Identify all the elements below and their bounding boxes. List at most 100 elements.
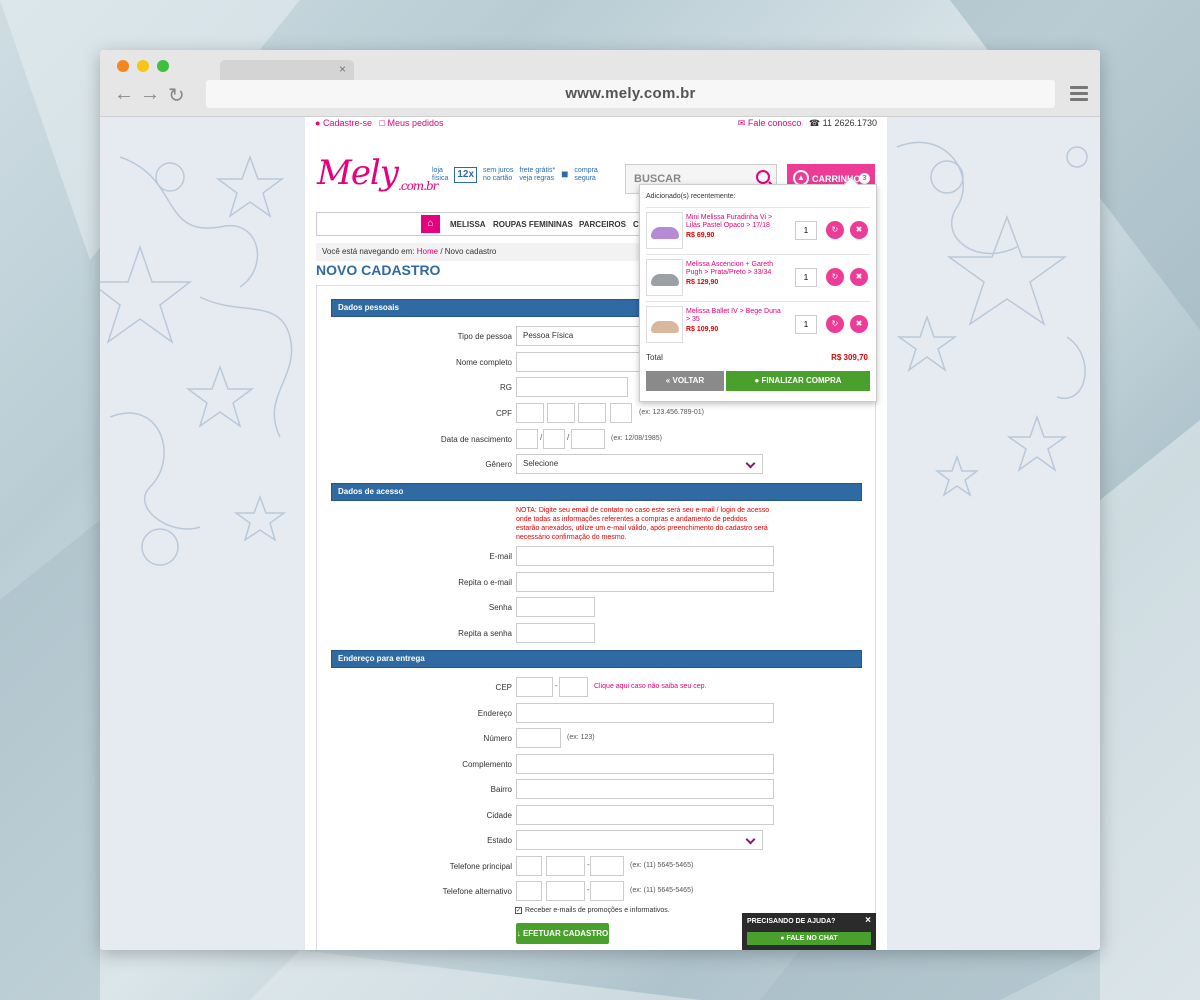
document-icon: □ <box>379 118 385 128</box>
compra-segura-badge: compra segura <box>574 167 598 182</box>
nav-item-more[interactable]: C <box>633 220 639 229</box>
hamburger-menu-icon[interactable] <box>1070 86 1088 104</box>
product-name-link[interactable]: Melissa Ballet IV > Bege Duna > 35 <box>686 308 786 324</box>
my-orders-link[interactable]: Meus pedidos <box>387 118 443 128</box>
numero-input[interactable] <box>516 728 561 748</box>
cart-total-label: Total <box>646 353 663 362</box>
back-button[interactable]: « VOLTAR <box>646 371 724 391</box>
signup-link[interactable]: Cadastre-se <box>323 118 372 128</box>
email-confirm-label: Repita o e-mail <box>458 578 512 587</box>
top-bar: ● Cadastre-se □ Meus pedidos ✉ Fale cono… <box>305 117 887 131</box>
estado-label: Estado <box>487 836 512 845</box>
left-doodle-decoration <box>100 154 293 566</box>
cart-total-value: R$ 309,70 <box>831 353 868 362</box>
product-thumbnail[interactable] <box>646 259 683 296</box>
telefone-principal-label: Telefone principal <box>449 862 512 871</box>
quantity-input[interactable]: 1 <box>795 221 817 240</box>
home-icon[interactable]: ⌂ <box>421 215 440 233</box>
cep-input-2[interactable] <box>559 677 588 697</box>
cpf-label: CPF <box>496 409 512 418</box>
telefone-alternativo-suffix[interactable] <box>590 881 624 901</box>
trash-icon[interactable]: ✖ <box>850 268 868 286</box>
refresh-icon[interactable]: ↻ <box>826 221 844 239</box>
forward-arrow-icon[interactable]: → <box>140 83 160 106</box>
product-name-link[interactable]: Mini Melissa Furadinha Vi > Lilás Pastel… <box>686 214 786 230</box>
close-icon[interactable]: × <box>865 915 871 926</box>
cpf-input-3[interactable] <box>578 403 606 423</box>
senha-input[interactable] <box>516 597 595 617</box>
telefone-alternativo-ddd[interactable] <box>516 881 542 901</box>
trash-icon[interactable]: ✖ <box>850 315 868 333</box>
nav-item-roupas-femininas[interactable]: ROUPAS FEMININAS <box>493 220 573 229</box>
cep-input-1[interactable] <box>516 677 553 697</box>
nascimento-dia-input[interactable] <box>516 429 538 449</box>
arrow-down-icon: ↓ <box>516 929 521 938</box>
browser-tab[interactable]: × <box>220 60 354 80</box>
page-viewport: ● Cadastre-se □ Meus pedidos ✉ Fale cono… <box>100 117 1100 950</box>
telefone-principal-ddd[interactable] <box>516 856 542 876</box>
cpf-input-1[interactable] <box>516 403 544 423</box>
tipo-pessoa-label: Tipo de pessoa <box>457 332 512 341</box>
senha-confirm-input[interactable] <box>516 623 595 643</box>
close-window-dot[interactable] <box>117 60 129 72</box>
telefone-principal-prefix[interactable] <box>546 856 585 876</box>
cpf-input-4[interactable] <box>610 403 632 423</box>
rg-label: RG <box>500 383 512 392</box>
genero-select[interactable]: Selecione <box>516 454 763 474</box>
estado-select[interactable] <box>516 830 763 850</box>
find-cep-link[interactable]: Clique aqui caso não saiba seu cep. <box>594 683 706 690</box>
user-icon: ● <box>315 118 321 128</box>
email-confirm-input[interactable] <box>516 572 774 592</box>
mely-logo[interactable]: Mely.com.br <box>317 153 438 193</box>
submit-registration-button[interactable]: ↓ EFETUAR CADASTRO <box>516 923 609 944</box>
trash-icon[interactable]: ✖ <box>850 221 868 239</box>
address-bar[interactable]: www.mely.com.br <box>206 80 1055 108</box>
page-title: NOVO CADASTRO <box>316 262 441 278</box>
minimize-window-dot[interactable] <box>137 60 149 72</box>
chat-button[interactable]: ● FALE NO CHAT <box>747 932 871 945</box>
cart-item: Melissa Ascencion + Gareth Pugh > Prata/… <box>646 254 870 298</box>
cep-label: CEP <box>495 683 512 692</box>
rg-input[interactable] <box>516 377 628 397</box>
refresh-icon[interactable]: ↻ <box>826 315 844 333</box>
search-icon[interactable] <box>756 170 770 184</box>
cart-dropdown: Adicionado(s) recentemente: Mini Melissa… <box>639 176 877 402</box>
loja-fisica-badge: loja física <box>432 167 449 182</box>
product-price: R$ 129,90 <box>686 279 719 286</box>
bairro-input[interactable] <box>516 779 774 799</box>
reload-icon[interactable]: ↻ <box>168 83 185 108</box>
product-name-link[interactable]: Melissa Ascencion + Gareth Pugh > Prata/… <box>686 261 786 277</box>
cidade-input[interactable] <box>516 805 774 825</box>
telefone-principal-suffix[interactable] <box>590 856 624 876</box>
nascimento-ano-input[interactable] <box>571 429 605 449</box>
cpf-hint: (ex: 123.456.789-01) <box>639 409 704 416</box>
numero-label: Número <box>483 734 512 743</box>
product-thumbnail[interactable] <box>646 306 683 343</box>
browser-chrome: × ← → ↻ www.mely.com.br <box>100 50 1100 117</box>
right-doodle-decoration <box>896 141 1088 497</box>
newsletter-checkbox[interactable]: ✓ <box>515 907 522 914</box>
nav-item-parceiros[interactable]: PARCEIROS <box>579 220 626 229</box>
nav-item-melissa[interactable]: MELISSA <box>450 220 486 229</box>
email-input[interactable] <box>516 546 774 566</box>
refresh-icon[interactable]: ↻ <box>826 268 844 286</box>
cpf-input-2[interactable] <box>547 403 575 423</box>
maximize-window-dot[interactable] <box>157 60 169 72</box>
newsletter-checkbox-row: ✓ Receber e-mails de promoções e informa… <box>515 907 670 914</box>
telefone-principal-hint: (ex: (11) 5645-5465) <box>630 862 694 869</box>
quantity-input[interactable]: 1 <box>795 315 817 334</box>
breadcrumb-home-link[interactable]: Home <box>417 247 438 256</box>
parcelas-badge: 12x <box>454 167 478 183</box>
nascimento-mes-input[interactable] <box>543 429 565 449</box>
product-thumbnail[interactable] <box>646 212 683 249</box>
tab-close-icon[interactable]: × <box>339 62 346 76</box>
back-arrow-icon[interactable]: ← <box>114 83 134 106</box>
endereco-input[interactable] <box>516 703 774 723</box>
envelope-icon: ✉ <box>737 118 746 128</box>
telefone-alternativo-prefix[interactable] <box>546 881 585 901</box>
contact-link[interactable]: Fale conosco <box>748 118 802 128</box>
senha-label: Senha <box>488 603 512 612</box>
complemento-input[interactable] <box>516 754 774 774</box>
quantity-input[interactable]: 1 <box>795 268 817 287</box>
finish-purchase-button[interactable]: ● FINALIZAR COMPRA <box>726 371 870 391</box>
